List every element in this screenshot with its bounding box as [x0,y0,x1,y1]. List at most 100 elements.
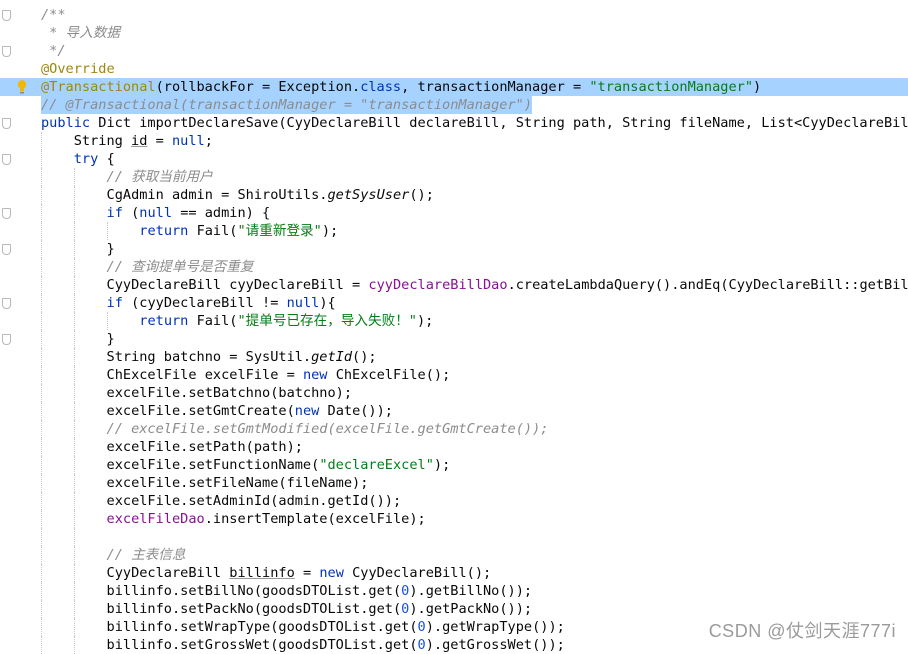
fold-marker-icon[interactable] [2,334,11,345]
code-token: (CyyDeclareBill declareBill, String path… [278,115,908,131]
code-line[interactable]: @Transactional(rollbackFor = Exception.c… [0,78,908,96]
code-token: == admin) { [172,205,271,221]
indent-guide [41,240,42,258]
indent-guide [41,330,42,348]
code-text: billinfo.setBillNo(goodsDTOList.get(0).g… [107,582,533,600]
code-text: billinfo.setWrapType(goodsDTOList.get(0)… [107,618,565,636]
code-line[interactable]: billinfo.setPackNo(goodsDTOList.get(0).g… [0,600,908,618]
code-line[interactable]: excelFile.setFunctionName("declareExcel"… [0,456,908,474]
code-text: // 查询提单号是否重复 [107,258,254,276]
indent-guide [41,618,42,636]
code-line[interactable]: return Fail("请重新登录"); [0,222,908,240]
code-text: excelFile.setGmtCreate(new Date()); [107,402,393,420]
code-text: billinfo.setGrossWet(goodsDTOList.get(0)… [107,636,565,654]
code-line[interactable]: // 查询提单号是否重复 [0,258,908,276]
indent-guide [41,564,42,582]
code-token: ) [753,79,762,95]
code-text: @Transactional(rollbackFor = Exception.c… [41,78,761,96]
code-text: billinfo.setPackNo(goodsDTOList.get(0).g… [107,600,533,618]
code-text: CyyDeclareBill billinfo = new CyyDeclare… [107,564,492,582]
indent-guide [41,150,42,168]
code-line[interactable]: CyyDeclareBill billinfo = new CyyDeclare… [0,564,908,582]
code-line[interactable]: // @Transactional(transactionManager = "… [0,96,908,114]
code-line[interactable]: */ [0,42,908,60]
watermark: CSDN @仗剑天涯777i [708,621,896,641]
code-line[interactable]: excelFile.setBatchno(batchno); [0,384,908,402]
code-token: new [319,565,353,581]
code-token: @Override [41,61,115,77]
code-line[interactable]: return Fail("提单号已存在，导入失败！"); [0,312,908,330]
code-line[interactable]: String id = null; [0,132,908,150]
code-token: return [139,313,197,329]
code-token: new [302,367,336,383]
code-token: } [106,241,115,257]
indent-guide [41,546,42,564]
fold-marker-icon[interactable] [2,244,11,255]
indent-guide [73,348,75,366]
code-line[interactable]: /** [0,6,908,24]
code-line[interactable]: // 主表信息 [0,546,908,564]
lightbulb-icon[interactable] [17,79,27,95]
code-line[interactable]: CyyDeclareBill cyyDeclareBill = cyyDecla… [0,276,908,294]
indent-guide [73,204,75,222]
code-token: (cyyDeclareBill != [131,295,287,311]
indent-guide [73,618,75,636]
code-line[interactable]: try { [0,150,908,168]
code-line[interactable]: excelFile.setPath(path); [0,438,908,456]
code-token: CyyDeclareBill cyyDeclareBill = [106,277,369,293]
code-line[interactable]: excelFile.setAdminId(admin.getId()); [0,492,908,510]
code-line[interactable]: String batchno = SysUtil.getId(); [0,348,908,366]
code-token: ).getBillNo()); [409,583,533,599]
code-text: // 获取当前用户 [107,168,213,186]
code-line[interactable]: excelFile.setGmtCreate(new Date()); [0,402,908,420]
code-text: excelFile.setFileName(fileName); [107,474,369,492]
code-line[interactable]: // excelFile.setGmtModified(excelFile.ge… [0,420,908,438]
code-line[interactable]: excelFileDao.insertTemplate(excelFile); [0,510,908,528]
fold-marker-icon[interactable] [2,298,11,309]
fold-marker-icon[interactable] [2,10,11,21]
code-token: .insertTemplate(excelFile); [204,511,426,527]
indent-guide [73,510,75,528]
code-token: importDeclareSave [139,115,279,131]
indent-guide [41,294,42,312]
code-text: String batchno = SysUtil.getId(); [107,348,377,366]
indent-guide [41,510,42,528]
code-token: null [171,133,205,149]
fold-marker-icon[interactable] [2,46,11,57]
code-line[interactable]: CgAdmin admin = ShiroUtils.getSysUser(); [0,186,908,204]
code-token: getSysUser [327,187,410,203]
code-line[interactable]: if (cyyDeclareBill != null){ [0,294,908,312]
code-text: if (cyyDeclareBill != null){ [107,294,336,312]
indent-guide [73,438,75,456]
code-line[interactable]: * 导入数据 [0,24,908,42]
code-token: , transactionManager = [401,79,590,95]
code-line[interactable]: // 获取当前用户 [0,168,908,186]
code-line[interactable]: excelFile.setFileName(fileName); [0,474,908,492]
code-token: // 主表信息 [106,547,186,563]
code-editor[interactable]: /** * 导入数据 */@Override @Transactional(rol… [0,6,908,654]
code-line[interactable]: } [0,240,908,258]
code-token: null [286,295,320,311]
code-token: // 查询提单号是否重复 [106,259,254,275]
code-text: */ [41,42,65,60]
indent-guide [73,186,75,204]
indent-guide [73,564,75,582]
code-token: public [41,115,99,131]
code-line[interactable] [0,528,908,546]
code-token: // excelFile.setGmtModified(excelFile.ge… [106,421,549,437]
code-line[interactable]: billinfo.setBillNo(goodsDTOList.get(0).g… [0,582,908,600]
code-token: billinfo.setPackNo(goodsDTOList.get( [106,601,402,617]
code-line[interactable]: } [0,330,908,348]
code-token: * 导入数据 [41,25,120,41]
fold-marker-icon[interactable] [2,208,11,219]
code-text: ChExcelFile excelFile = new ChExcelFile(… [107,366,451,384]
code-token: billinfo.setWrapType(goodsDTOList.get( [106,619,418,635]
code-text: CyyDeclareBill cyyDeclareBill = cyyDecla… [107,276,908,294]
code-line[interactable]: @Override [0,60,908,78]
fold-marker-icon[interactable] [2,118,11,129]
indent-guide [41,600,42,618]
code-line[interactable]: ChExcelFile excelFile = new ChExcelFile(… [0,366,908,384]
code-line[interactable]: if (null == admin) { [0,204,908,222]
fold-marker-icon[interactable] [2,154,11,165]
code-line[interactable]: public Dict importDeclareSave(CyyDeclare… [0,114,908,132]
